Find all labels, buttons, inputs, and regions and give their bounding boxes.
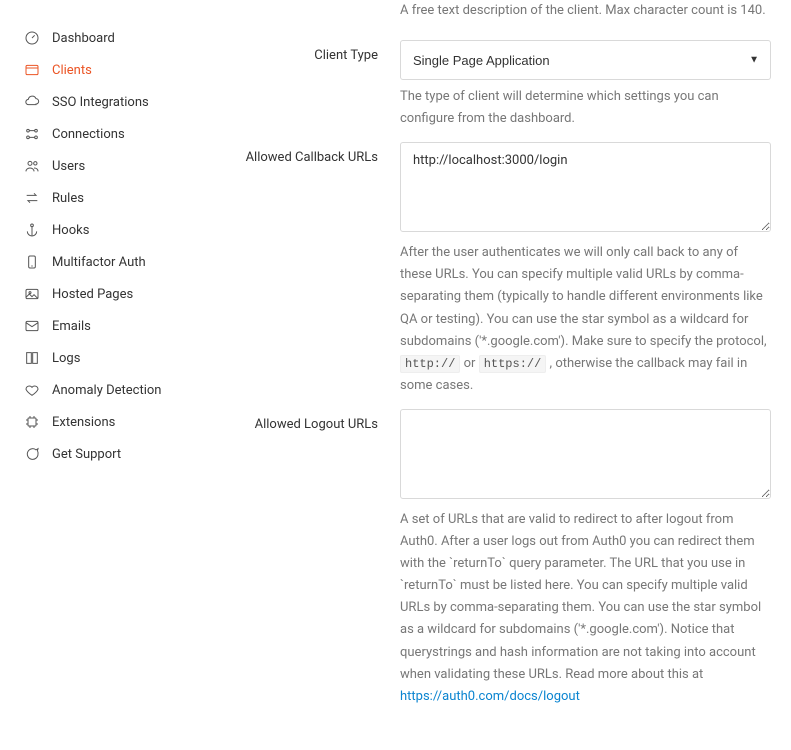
client-type-helper: The type of client will determine which … xyxy=(400,86,771,130)
cloud-icon xyxy=(24,94,40,110)
heart-icon xyxy=(24,382,40,398)
main-content: A free text description of the client. M… xyxy=(200,0,791,750)
sidebar-item-rules[interactable]: Rules xyxy=(24,182,200,214)
image-icon xyxy=(24,286,40,302)
speech-icon xyxy=(24,446,40,462)
sidebar-item-label: Logs xyxy=(52,351,80,366)
sidebar-item-logs[interactable]: Logs xyxy=(24,342,200,374)
users-icon xyxy=(24,158,40,174)
sidebar-item-anomaly[interactable]: Anomaly Detection xyxy=(24,374,200,406)
book-icon xyxy=(24,350,40,366)
gauge-icon xyxy=(24,30,40,46)
callback-urls-textarea[interactable] xyxy=(400,142,771,232)
anchor-icon xyxy=(24,222,40,238)
sidebar-item-label: Connections xyxy=(52,127,125,142)
sidebar-item-clients[interactable]: Clients xyxy=(24,54,200,86)
logout-docs-link[interactable]: https://auth0.com/docs/logout xyxy=(400,689,580,704)
client-type-label: Client Type xyxy=(314,48,378,63)
callback-urls-row: Allowed Callback URLs After the user aut… xyxy=(200,142,771,397)
callback-urls-label: Allowed Callback URLs xyxy=(246,150,378,165)
code-http: http:// xyxy=(400,355,460,373)
sidebar-item-hooks[interactable]: Hooks xyxy=(24,214,200,246)
sidebar-item-label: Emails xyxy=(52,319,91,334)
sidebar-item-users[interactable]: Users xyxy=(24,150,200,182)
connections-icon xyxy=(24,126,40,142)
sidebar-item-label: Rules xyxy=(52,191,84,206)
chip-icon xyxy=(24,414,40,430)
description-helper: A free text description of the client. M… xyxy=(400,0,771,22)
logout-urls-textarea[interactable] xyxy=(400,409,771,499)
mail-icon xyxy=(24,318,40,334)
sidebar-item-sso[interactable]: SSO Integrations xyxy=(24,86,200,118)
sidebar-item-hosted-pages[interactable]: Hosted Pages xyxy=(24,278,200,310)
logout-urls-row: Allowed Logout URLs A set of URLs that a… xyxy=(200,409,771,708)
sidebar-item-label: Dashboard xyxy=(52,31,115,46)
sidebar-item-label: Extensions xyxy=(52,415,115,430)
callback-urls-helper: After the user authenticates we will onl… xyxy=(400,242,771,397)
sidebar-item-support[interactable]: Get Support xyxy=(24,438,200,470)
client-type-select[interactable]: Single Page Application xyxy=(400,40,771,80)
code-https: https:// xyxy=(479,355,547,373)
sidebar-item-label: Users xyxy=(52,159,85,174)
sidebar-item-mfa[interactable]: Multifactor Auth xyxy=(24,246,200,278)
phone-icon xyxy=(24,254,40,270)
arrows-icon xyxy=(24,190,40,206)
sidebar-item-label: Anomaly Detection xyxy=(52,383,161,398)
sidebar-item-connections[interactable]: Connections xyxy=(24,118,200,150)
logout-urls-helper: A set of URLs that are valid to redirect… xyxy=(400,509,771,708)
client-type-row: Client Type Single Page Application ▼ Th… xyxy=(200,40,771,130)
sidebar-item-label: SSO Integrations xyxy=(52,95,149,110)
sidebar-item-emails[interactable]: Emails xyxy=(24,310,200,342)
sidebar-item-label: Hooks xyxy=(52,223,89,238)
sidebar-item-dashboard[interactable]: Dashboard xyxy=(24,22,200,54)
logout-urls-label: Allowed Logout URLs xyxy=(255,417,378,432)
sidebar-item-extensions[interactable]: Extensions xyxy=(24,406,200,438)
sidebar: Dashboard Clients SSO Integrations Conne… xyxy=(0,0,200,750)
sidebar-item-label: Clients xyxy=(52,63,92,78)
sidebar-item-label: Multifactor Auth xyxy=(52,255,146,270)
sidebar-item-label: Get Support xyxy=(52,447,121,462)
clients-icon xyxy=(24,62,40,78)
sidebar-item-label: Hosted Pages xyxy=(52,287,133,302)
